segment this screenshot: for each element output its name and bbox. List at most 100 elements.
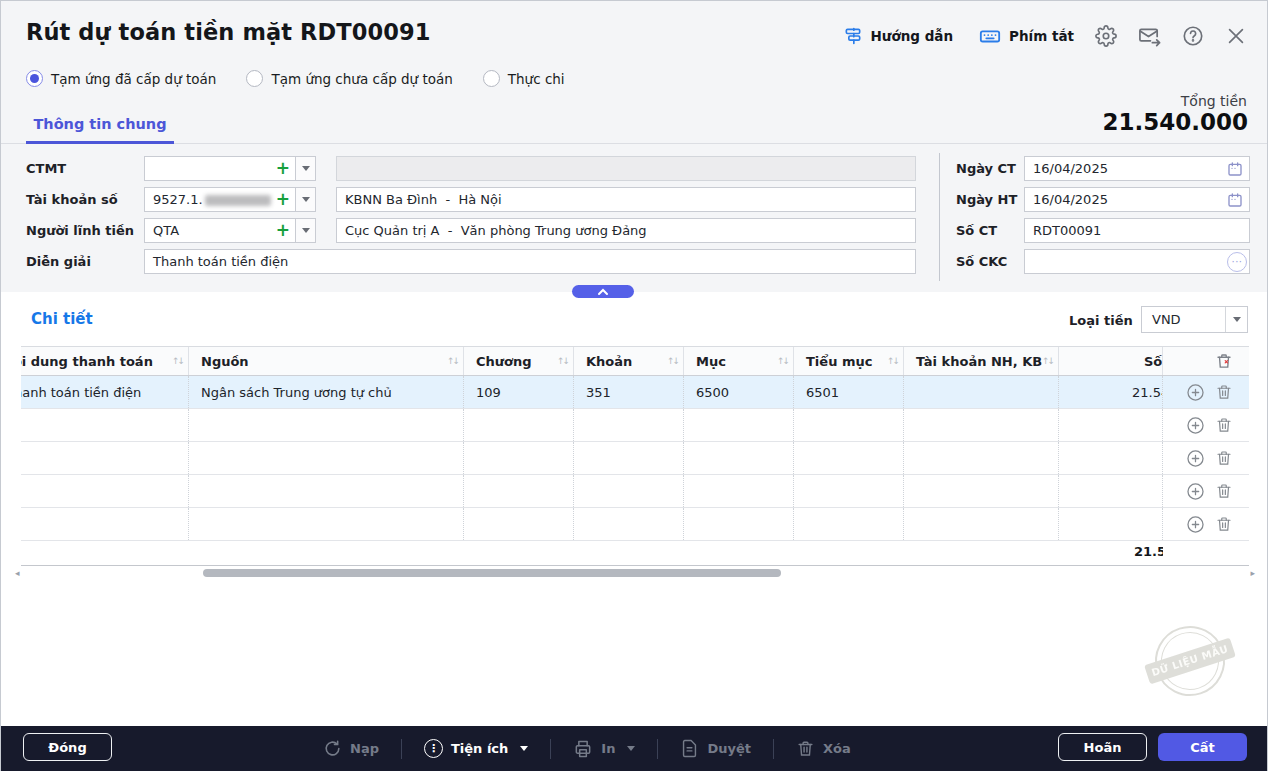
radio-circle — [26, 70, 43, 87]
col-tieu-muc[interactable]: Tiểu mục↑↓ — [794, 347, 904, 375]
footer-separator — [401, 739, 402, 759]
refresh-button[interactable]: Nạp — [323, 739, 379, 758]
dialog-window: Rút dự toán tiền mặt RDT00091 Hướng dẫn … — [0, 0, 1268, 771]
table-row[interactable]: Thanh toán tiền điện Ngân sách Trung ươn… — [21, 376, 1249, 409]
table-row-empty[interactable] — [21, 508, 1249, 541]
approve-button[interactable]: Duyệt — [680, 739, 751, 758]
date-ct-label: Ngày CT — [956, 156, 1016, 181]
sort-icon: ↑↓ — [777, 356, 788, 366]
radio-thuc-chi[interactable]: Thực chi — [483, 70, 565, 87]
add-row-icon[interactable] — [1186, 482, 1205, 501]
calendar-icon[interactable] — [1227, 192, 1243, 212]
account-input[interactable]: 9527.1.+ — [144, 187, 296, 212]
add-row-icon[interactable] — [1186, 449, 1205, 468]
settings-icon[interactable] — [1095, 25, 1117, 47]
chevron-up-icon — [597, 288, 609, 296]
col-noi-dung[interactable]: Nội dung thanh toán↑↓ — [21, 347, 189, 375]
table-row-empty[interactable] — [21, 475, 1249, 508]
table-row-empty[interactable] — [21, 442, 1249, 475]
header-panel: Rút dự toán tiền mặt RDT00091 Hướng dẫn … — [1, 1, 1267, 292]
sort-icon: ↑↓ — [887, 356, 898, 366]
delete-row-icon[interactable] — [1215, 416, 1233, 434]
tab-thong-tin-chung[interactable]: Thông tin chung — [26, 111, 174, 144]
delete-all-icon[interactable] — [1215, 352, 1233, 370]
date-ct-input[interactable]: 16/04/2025 — [1024, 156, 1250, 181]
currency-select[interactable]: VND — [1141, 306, 1248, 333]
delete-row-icon[interactable] — [1215, 449, 1233, 467]
add-row-icon[interactable] — [1186, 416, 1205, 435]
caret-down-icon — [1233, 317, 1241, 322]
total-value: 21.540.000 — [1102, 109, 1248, 135]
help-icon[interactable] — [1182, 25, 1204, 47]
footer-separator — [773, 739, 774, 759]
tabbar-divider — [1, 143, 1267, 144]
horizontal-scrollbar[interactable]: ◂ ▸ — [21, 568, 1249, 578]
close-icon[interactable] — [1225, 25, 1247, 47]
radio-label: Thực chi — [508, 71, 565, 87]
col-so-tien[interactable]: Số tiền — [1059, 347, 1163, 375]
currency-label: Loại tiền — [1069, 313, 1133, 328]
receiver-dropdown-button[interactable] — [295, 218, 316, 243]
save-button[interactable]: Cất — [1158, 733, 1247, 761]
utilities-button[interactable]: ⋮ Tiện ích — [424, 739, 528, 758]
col-khoan[interactable]: Khoản↑↓ — [574, 347, 684, 375]
postpone-button[interactable]: Hoãn — [1058, 733, 1147, 761]
account-desc-field[interactable]: KBNN Ba Đình - Hà Nội — [336, 187, 916, 212]
table-total-amount: 21.540.000 — [1134, 544, 1163, 559]
close-button[interactable]: Đóng — [23, 733, 112, 761]
add-icon[interactable]: + — [276, 219, 290, 242]
receiver-input[interactable]: QTA+ — [144, 218, 296, 243]
calendar-icon[interactable] — [1227, 161, 1243, 181]
keyboard-icon — [979, 25, 1001, 47]
radio-tam-ung-chua-cap[interactable]: Tạm ứng chưa cấp dự toán — [246, 70, 452, 87]
trash-icon — [796, 739, 815, 758]
col-tai-khoan-nh[interactable]: Tài khoản NH, KB↑↓ — [904, 347, 1059, 375]
delete-row-icon[interactable] — [1215, 515, 1233, 533]
mail-send-icon[interactable] — [1138, 25, 1161, 48]
description-label: Diễn giải — [26, 249, 91, 274]
sort-icon: ↑↓ — [667, 356, 678, 366]
sort-icon: ↑↓ — [447, 356, 458, 366]
ckc-no-input[interactable]: ··· — [1024, 249, 1250, 274]
scroll-right-arrow[interactable]: ▸ — [1250, 568, 1255, 578]
shortcut-link[interactable]: Phím tắt — [979, 25, 1074, 47]
delete-row-icon[interactable] — [1215, 383, 1233, 401]
guide-link[interactable]: Hướng dẫn — [843, 26, 954, 46]
receiver-desc-field[interactable]: Cục Quản trị A - Văn phòng Trung ương Đả… — [336, 218, 916, 243]
guide-label: Hướng dẫn — [871, 28, 954, 44]
doc-no-input[interactable]: RDT00091 — [1024, 218, 1250, 243]
document-icon — [680, 739, 699, 758]
add-row-icon[interactable] — [1186, 383, 1205, 402]
refresh-icon — [323, 739, 342, 758]
date-ht-input[interactable]: 16/04/2025 — [1024, 187, 1250, 212]
ctmt-input[interactable]: + — [144, 156, 296, 181]
table-total-row: 21.540.000 — [21, 541, 1249, 566]
account-label: Tài khoản số — [26, 187, 118, 212]
delete-button[interactable]: Xóa — [796, 739, 851, 758]
add-icon[interactable]: + — [276, 157, 290, 180]
col-chuong[interactable]: Chương↑↓ — [464, 347, 574, 375]
ctmt-desc-field — [336, 156, 916, 181]
account-dropdown-button[interactable] — [295, 187, 316, 212]
ellipsis-button[interactable]: ··· — [1227, 252, 1247, 272]
delete-row-icon[interactable] — [1215, 482, 1233, 500]
col-actions — [1163, 347, 1249, 375]
radio-label: Tạm ứng đã cấp dự toán — [51, 71, 216, 87]
scrollbar-thumb[interactable] — [203, 569, 781, 577]
table-row-empty[interactable] — [21, 409, 1249, 442]
printer-icon — [573, 739, 593, 759]
col-nguon[interactable]: Nguồn↑↓ — [189, 347, 464, 375]
col-muc[interactable]: Mục↑↓ — [684, 347, 794, 375]
add-icon[interactable]: + — [276, 188, 290, 211]
collapse-button[interactable] — [572, 285, 634, 298]
print-button[interactable]: In — [573, 739, 635, 759]
ctmt-dropdown-button[interactable] — [295, 156, 316, 181]
shortcut-label: Phím tắt — [1009, 28, 1074, 44]
description-input[interactable]: Thanh toán tiền điện — [144, 249, 916, 274]
footer-bar: Đóng Nạp ⋮ Tiện ích In Duyệt — [1, 726, 1267, 771]
scroll-left-arrow[interactable]: ◂ — [15, 568, 20, 578]
table-header: Nội dung thanh toán↑↓ Nguồn↑↓ Chương↑↓ K… — [21, 346, 1249, 376]
sort-icon: ↑↓ — [557, 356, 568, 366]
radio-tam-ung-da-cap[interactable]: Tạm ứng đã cấp dự toán — [26, 70, 216, 87]
add-row-icon[interactable] — [1186, 515, 1205, 534]
